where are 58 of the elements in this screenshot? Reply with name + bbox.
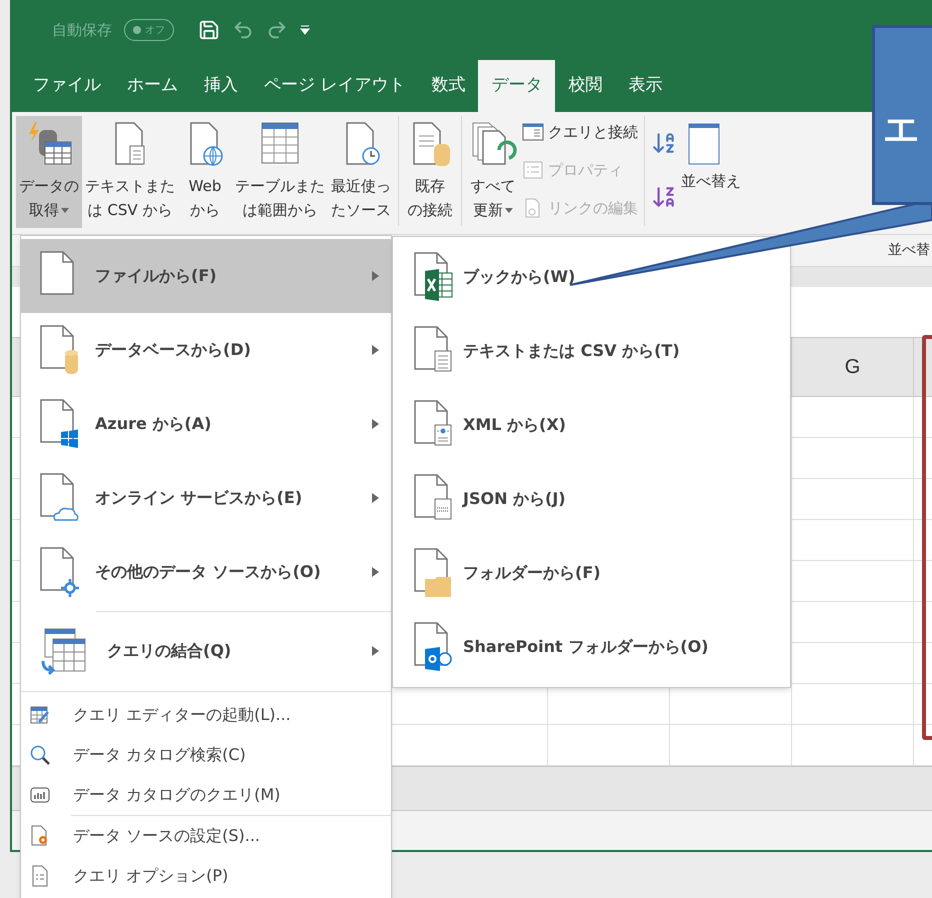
ribbon-button[interactable]: Web から [178,116,232,228]
excel-icon [413,251,453,303]
submenu-arrow-icon [372,345,379,355]
database-icon [39,324,79,376]
menu-item[interactable]: クエリ エディターの起動(L)... [21,695,391,735]
menu-item[interactable]: XML から(X) [393,388,790,462]
sharepoint-icon [413,621,453,673]
menu-item[interactable]: ファイルから(F) [21,239,391,313]
ribbon-button[interactable]: データの 取得 [16,116,82,228]
menu-item[interactable]: JSON から(J) [393,462,790,536]
menu-item[interactable]: データ カタログのクエリ(M) [21,775,391,815]
ribbon-tab[interactable]: ホーム [114,60,191,112]
ribbon-tab[interactable]: 数式 [418,60,478,112]
submenu-arrow-icon [372,567,379,577]
menu-item[interactable]: データ カタログ検索(C) [21,735,391,775]
menu-item[interactable]: ブックから(W) [393,240,790,314]
menu-item[interactable]: データ ソースの設定(S)... [21,816,391,856]
callout-box: エ [872,25,932,205]
group-label: 並べ替 [888,241,930,260]
menu-item[interactable]: データベースから(D) [21,313,391,387]
autosave-label: 自動保存 [52,20,112,41]
submenu-arrow-icon [372,271,379,281]
menu-item[interactable]: SharePoint フォルダーから(O) [393,610,790,684]
ribbon-tab[interactable]: 表示 [615,60,676,112]
customize-caret-icon[interactable] [300,25,310,35]
ribbon-tab[interactable]: 挿入 [191,60,251,112]
submenu-arrow-icon [372,419,379,429]
windows-icon [39,398,79,450]
menu-item[interactable]: その他のデータ ソースから(O) [21,535,391,609]
column-header: G [844,355,860,380]
search-icon [29,744,51,766]
ribbon-button[interactable]: すべて 更新 [466,116,520,228]
table-edit-icon [29,704,51,726]
ribbon-button[interactable]: 最近使っ たソース [328,116,394,228]
window-icon [522,122,544,142]
menu-item[interactable]: クエリの結合(Q) [21,614,391,688]
ribbon-tab[interactable]: データ [478,60,556,112]
folder-icon [413,547,453,599]
undo-button[interactable] [232,19,254,41]
menu-item[interactable]: フォルダーから(F) [393,536,790,610]
submenu-arrow-icon [372,493,379,503]
menu-item[interactable]: クエリ オプション(P) [21,856,391,896]
list-icon [522,160,544,180]
menu-item[interactable]: テキストまたは CSV から(T) [393,314,790,388]
ribbon-button[interactable]: テーブルまた は範囲から [232,116,328,228]
submenu-arrow-icon [372,646,379,656]
ribbon-tab[interactable]: 校閲 [555,60,616,112]
menu-item[interactable]: オンライン サービスから(E) [21,461,391,535]
connector-icon [39,546,79,598]
redo-button[interactable] [266,19,288,41]
sort-button[interactable]: 並べ替え [681,170,741,192]
ribbon-tab[interactable]: ファイル [20,60,114,112]
ribbon-tab[interactable]: ページ レイアウト [251,60,418,112]
save-button[interactable] [198,19,220,41]
menu-item[interactable]: Azure から(A) [21,387,391,461]
ribbon-button[interactable]: 既存 の接続 [403,116,457,228]
ribbon-small-button[interactable]: クエリと接続 [522,116,638,148]
ribbon-button[interactable]: テキストまた は CSV から [82,116,178,228]
